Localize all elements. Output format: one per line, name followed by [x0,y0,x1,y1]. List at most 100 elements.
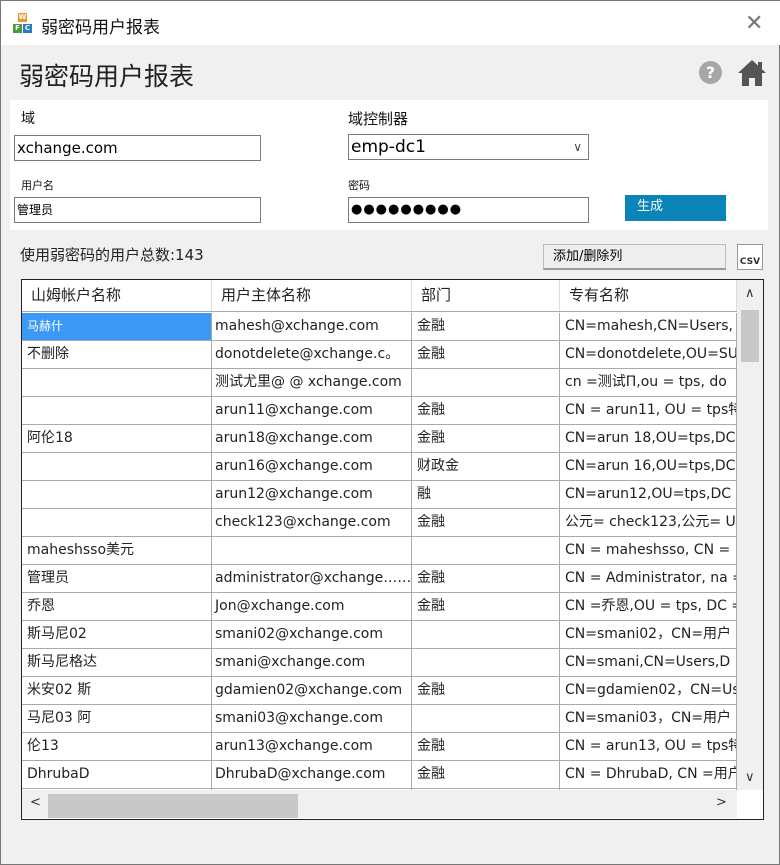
generate-button[interactable]: 生成 [625,195,726,221]
upn-cell: smani@xchange.com [212,649,412,677]
table-row[interactable]: 伦13 arun13@xchange.com 金融 CN = arun13, OU =… [22,733,737,761]
dn-cell: CN =乔恩,OU = tps, DC =我 [560,593,737,621]
app-icon: W F C [13,13,33,35]
sam-cell: 马尼03 阿 [22,705,212,733]
sam-cell: 斯马尼02 [22,621,212,649]
table-row[interactable]: 马尼03 阿 smani03@xchange.com CN=smani03，CN=用… [22,705,737,733]
upn-cell: check123@xchange.com [212,509,412,537]
scroll-up-icon[interactable]: ∧ [745,286,755,301]
department-cell: 金融 [412,677,560,705]
sam-cell: 斯马尼格达 [22,649,212,677]
column-header-sam[interactable]: 山姆帐户名称 [22,280,212,311]
upn-cell: donotdelete@xchange.c。 [212,341,412,369]
home-icon[interactable] [737,59,767,87]
table-row[interactable]: 斯马尼格达 smani@xchange.com CN=smani,CN=Users,… [22,649,737,677]
help-icon[interactable]: ? [699,61,722,84]
table-row[interactable]: 不删除 donotdelete@xchange.c。 金融 CN=donotdelet… [22,341,737,369]
table-row[interactable]: DhrubaD DhrubaD@xchange.com 金融 CN = DhrubaD… [22,761,737,789]
sam-cell: 管理员 [22,565,212,593]
table-row[interactable]: arun11@xchange.com 金融 CN = arun11, OU = tp… [22,397,737,425]
department-cell [412,369,560,397]
department-cell: 金融 [412,341,560,369]
upn-cell: arun12@xchange.com [212,481,412,509]
title-bar: W F C 弱密码用户报表 ✕ [1,1,780,45]
horizontal-scrollbar[interactable]: < > [22,790,737,818]
upn-cell: DhrubaD@xchange.com [212,761,412,789]
dn-cell: CN=smani03，CN=用户 [560,705,737,733]
scroll-left-icon[interactable]: < [30,795,41,810]
department-cell [412,649,560,677]
table-row[interactable]: 管理员 administrator@xchange…… 金融 CN = Adminis… [22,565,737,593]
page-title: 弱密码用户报表 [19,62,195,91]
password-input[interactable]: ●●●●●●●●● [348,197,589,223]
table-row[interactable]: 阿伦18 arun18@xchange.com 金融 CN=arun 18,OU=tp… [22,425,737,453]
dn-cell: CN=mahesh,CN=Users, [560,313,737,341]
close-icon[interactable]: ✕ [745,11,763,36]
dn-cell: CN=arun12,OU=tps,DC [560,481,737,509]
dn-cell: CN=arun 18,OU=tps,DC [560,425,737,453]
upn-cell: administrator@xchange…… [212,565,412,593]
domain-label: 域 [21,111,35,127]
department-cell: 金融 [412,565,560,593]
department-cell: 金融 [412,593,560,621]
scroll-right-icon[interactable]: > [716,795,727,810]
horizontal-scroll-thumb[interactable] [48,794,298,818]
sam-cell [22,369,212,397]
username-input[interactable]: 管理员 [14,197,261,223]
sam-cell: 伦13 [22,733,212,761]
csv-export-icon[interactable]: CSV [737,244,763,270]
department-cell [412,621,560,649]
add-remove-columns-button[interactable]: 添加/删除列 [543,244,726,270]
upn-cell [212,537,412,565]
dc-label: 域控制器 [348,110,409,128]
dn-cell: CN = Administrator, na = L [560,565,737,593]
upn-cell: arun11@xchange.com [212,397,412,425]
department-cell: 金融 [412,397,560,425]
sam-cell: DhrubaD [22,761,212,789]
users-table: 山姆帐户名称 用户主体名称 部门 专有名称 马赫什 mahesh@xchange.… [21,279,764,820]
upn-cell: 测试尤里@ @ xchange.com [212,369,412,397]
table-row[interactable]: check123@xchange.com 金融 公元= check123,公元= U… [22,509,737,537]
table-row[interactable]: 米安02 斯 gdamien02@xchange.com 金融 CN=gdamien0… [22,677,737,705]
sam-cell: 不删除 [22,341,212,369]
scroll-down-icon[interactable]: ∨ [745,770,755,785]
chevron-down-icon: ∨ [573,140,582,154]
dn-cell: CN=gdamien02，CN=Use [560,677,737,705]
dn-cell: CN = arun13, OU = tps特区 [560,733,737,761]
column-header-department[interactable]: 部门 [412,280,560,311]
weak-password-user-count: 使用弱密码的用户总数:143 [20,246,204,264]
department-cell: 财政金 [412,453,560,481]
sam-cell [22,481,212,509]
upn-cell: arun16@xchange.com [212,453,412,481]
department-cell: 金融 [412,425,560,453]
column-header-upn[interactable]: 用户主体名称 [212,280,412,311]
upn-cell: arun13@xchange.com [212,733,412,761]
window-title: 弱密码用户报表 [41,18,160,38]
sam-cell: 米安02 斯 [22,677,212,705]
username-label: 用户名 [21,179,54,192]
column-header-dn[interactable]: 专有名称 [560,280,737,311]
dc-select[interactable]: emp-dc1 ∨ [348,134,589,160]
sam-cell [22,509,212,537]
upn-cell: smani03@xchange.com [212,705,412,733]
table-row[interactable]: 马赫什 mahesh@xchange.com 金融 CN=mahesh,CN=User… [22,313,737,341]
table-row[interactable]: 测试尤里@ @ xchange.com cn =测试Π,ou = tps, do [22,369,737,397]
dn-cell: CN=donotdelete,OU=SU [560,341,737,369]
password-label: 密码 [348,179,370,192]
table-row[interactable]: 斯马尼02 smani02@xchange.com CN=smani02，CN=用户 [22,621,737,649]
dn-cell: CN=smani,CN=Users,D [560,649,737,677]
dc-value: emp-dc1 [351,137,426,157]
dn-cell: cn =测试Π,ou = tps, do [560,369,737,397]
vertical-scrollbar[interactable]: ∧ ∨ [737,280,763,790]
domain-input[interactable]: xchange.com [14,135,261,161]
table-row[interactable]: arun16@xchange.com 财政金 CN=arun 16,OU=tps,D… [22,453,737,481]
table-row[interactable]: maheshsso美元 CN = maheshsso, CN = [22,537,737,565]
table-row[interactable]: arun12@xchange.com 融 CN=arun12,OU=tps,DC [22,481,737,509]
upn-cell: smani02@xchange.com [212,621,412,649]
sam-cell: maheshsso美元 [22,537,212,565]
table-header: 山姆帐户名称 用户主体名称 部门 专有名称 [22,280,737,312]
vertical-scroll-thumb[interactable] [741,310,759,362]
sam-cell [22,397,212,425]
table-row[interactable]: 乔恩Jon@xchange.com金融CN =乔恩,OU = tps, DC =… [22,593,737,621]
sam-cell [22,453,212,481]
